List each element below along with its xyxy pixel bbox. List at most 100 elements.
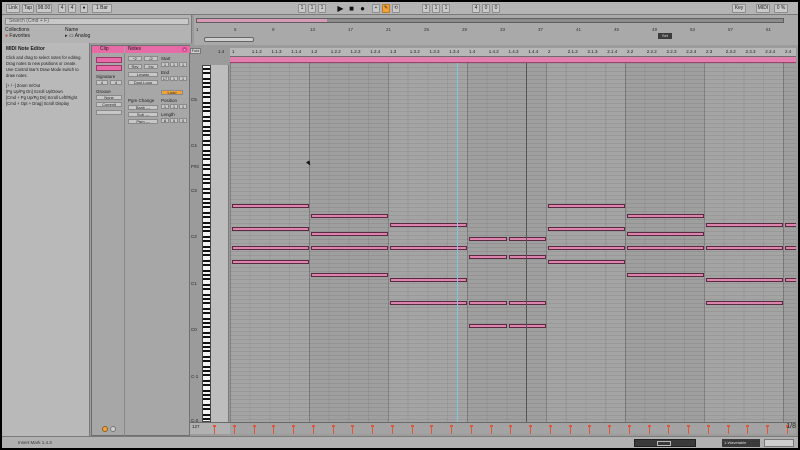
position-beat[interactable]: 1 bbox=[308, 4, 316, 13]
sub-field[interactable]: Sub --- bbox=[128, 112, 158, 117]
pgm-field[interactable]: Pgm --- bbox=[128, 119, 158, 124]
velocity-stem[interactable] bbox=[529, 425, 532, 434]
velocity-stem[interactable] bbox=[371, 425, 374, 434]
velocity-stem[interactable] bbox=[390, 425, 394, 434]
bank-field[interactable]: Bank --- bbox=[128, 105, 158, 110]
length-sixteenth[interactable]: 0 bbox=[179, 118, 187, 123]
loop-start-beat[interactable]: 1 bbox=[432, 4, 440, 13]
end-sixteenth[interactable]: 1 bbox=[179, 76, 187, 81]
velocity-stem[interactable] bbox=[647, 425, 651, 434]
position-sixteenth[interactable]: 1 bbox=[179, 104, 187, 109]
quantize-menu[interactable]: 1 Bar bbox=[92, 4, 112, 13]
midi-note[interactable] bbox=[232, 204, 309, 209]
velocity-stem[interactable] bbox=[548, 425, 552, 434]
groove-selector[interactable]: None bbox=[96, 95, 122, 100]
time-signature-numerator[interactable]: 4 bbox=[58, 4, 66, 13]
start-beat[interactable]: 1 bbox=[170, 62, 178, 67]
loop-start-sixteenth[interactable]: 1 bbox=[442, 4, 450, 13]
commit-button[interactable]: Commit bbox=[96, 102, 122, 107]
midi-note[interactable] bbox=[469, 301, 507, 305]
velocity-stem[interactable] bbox=[410, 425, 414, 434]
draw-mode-button[interactable]: ✎ bbox=[382, 4, 390, 13]
velocity-stem[interactable] bbox=[608, 425, 611, 434]
midi-note[interactable] bbox=[311, 245, 388, 250]
midi-note[interactable] bbox=[508, 301, 546, 305]
overdub-button[interactable]: + bbox=[372, 4, 380, 13]
selected-track-label[interactable]: 1-Wavetable bbox=[722, 439, 760, 447]
midi-note[interactable] bbox=[785, 222, 796, 227]
end-bar[interactable]: 17 bbox=[161, 76, 169, 81]
midi-note-editor[interactable]: Fold C5 C4 F#3 C3 C2 C1 C0 C-1 C-2 1.4 1 1.1.2 1.1.… bbox=[190, 45, 798, 436]
duplicate-loop-button[interactable]: Dupl.Loop bbox=[128, 80, 158, 85]
tempo-field[interactable]: 98.00 bbox=[36, 4, 52, 13]
envelope-toggle-icon[interactable] bbox=[110, 426, 116, 432]
midi-note[interactable] bbox=[627, 245, 704, 250]
loop-button[interactable]: Loop bbox=[161, 90, 183, 95]
midi-note[interactable] bbox=[390, 278, 467, 282]
midi-note[interactable] bbox=[706, 245, 783, 250]
midi-note[interactable] bbox=[311, 213, 388, 218]
loop-length-sixteenth[interactable]: 0 bbox=[492, 4, 500, 13]
overview-bar[interactable] bbox=[196, 18, 784, 23]
midi-note[interactable] bbox=[232, 245, 309, 250]
velocity-stem[interactable] bbox=[687, 425, 690, 434]
midi-note[interactable] bbox=[390, 301, 467, 305]
legato-button[interactable]: Legato bbox=[128, 72, 158, 77]
position-beat[interactable]: 1 bbox=[170, 104, 178, 109]
velocity-stem[interactable] bbox=[489, 425, 493, 434]
velocity-stem[interactable] bbox=[469, 425, 473, 434]
midi-note[interactable] bbox=[627, 273, 704, 278]
start-sixteenth[interactable]: 1 bbox=[179, 62, 187, 67]
velocity-stem[interactable] bbox=[627, 425, 631, 434]
midi-note[interactable] bbox=[469, 255, 507, 259]
velocity-stem[interactable] bbox=[272, 425, 276, 434]
midi-note[interactable] bbox=[390, 222, 467, 227]
link-button[interactable]: Link bbox=[6, 4, 20, 13]
piano-keyboard[interactable] bbox=[202, 65, 211, 422]
browser-search-input[interactable]: Search (Cmd + F) bbox=[5, 18, 189, 25]
loop-start-bar[interactable]: 3 bbox=[422, 4, 430, 13]
velocity-stem[interactable] bbox=[252, 425, 256, 434]
midi-note[interactable] bbox=[706, 301, 783, 305]
metronome-button[interactable]: ● bbox=[80, 4, 88, 13]
velocity-stem[interactable] bbox=[568, 425, 572, 434]
midi-note[interactable] bbox=[548, 227, 625, 232]
note-grid[interactable] bbox=[230, 63, 796, 422]
fold-button[interactable]: Fold bbox=[190, 48, 201, 54]
velocity-stem[interactable] bbox=[213, 425, 216, 434]
midi-note[interactable] bbox=[232, 227, 309, 232]
midi-note[interactable] bbox=[548, 245, 625, 250]
double-tempo-button[interactable]: *2 bbox=[128, 56, 142, 61]
favorites-item[interactable]: ● Favorites bbox=[5, 33, 61, 39]
midi-note[interactable] bbox=[508, 236, 546, 241]
midi-track-display-icon[interactable] bbox=[764, 439, 794, 447]
velocity-stem[interactable] bbox=[706, 425, 710, 434]
velocity-stem[interactable] bbox=[588, 425, 592, 434]
length-bar[interactable]: 8 bbox=[161, 118, 169, 123]
velocity-lane[interactable] bbox=[213, 422, 796, 434]
midi-note[interactable] bbox=[785, 245, 796, 250]
velocity-stem[interactable] bbox=[450, 425, 453, 434]
automation-arm-button[interactable]: ⟲ bbox=[392, 4, 400, 13]
velocity-stem[interactable] bbox=[292, 425, 295, 434]
play-icon[interactable]: ▶ bbox=[336, 4, 345, 13]
loop-length-bar[interactable]: 4 bbox=[472, 4, 480, 13]
midi-note[interactable] bbox=[311, 232, 388, 236]
overview-locator[interactable]: Set bbox=[658, 33, 672, 39]
analog-folder-item[interactable]: ▸ ▭ Analog bbox=[65, 33, 185, 39]
reverse-button[interactable]: Rev bbox=[128, 64, 142, 69]
clip-header[interactable]: Clip bbox=[92, 46, 124, 53]
loop-length-beat[interactable]: 0 bbox=[482, 4, 490, 13]
velocity-stem[interactable] bbox=[351, 425, 355, 434]
time-signature-denominator[interactable]: 4 bbox=[68, 4, 76, 13]
tap-tempo-button[interactable]: Tap bbox=[22, 4, 34, 13]
velocity-stem[interactable] bbox=[726, 425, 730, 434]
invert-button[interactable]: Inv bbox=[144, 64, 158, 69]
velocity-stem[interactable] bbox=[232, 425, 236, 434]
midi-note[interactable] bbox=[706, 278, 783, 282]
half-tempo-button[interactable]: /2 bbox=[144, 56, 158, 61]
clip-color-field[interactable] bbox=[96, 65, 122, 71]
signature-denominator[interactable]: 4 bbox=[110, 80, 122, 85]
position-bar[interactable]: 1 bbox=[161, 104, 169, 109]
signature-numerator[interactable]: 4 bbox=[96, 80, 108, 85]
